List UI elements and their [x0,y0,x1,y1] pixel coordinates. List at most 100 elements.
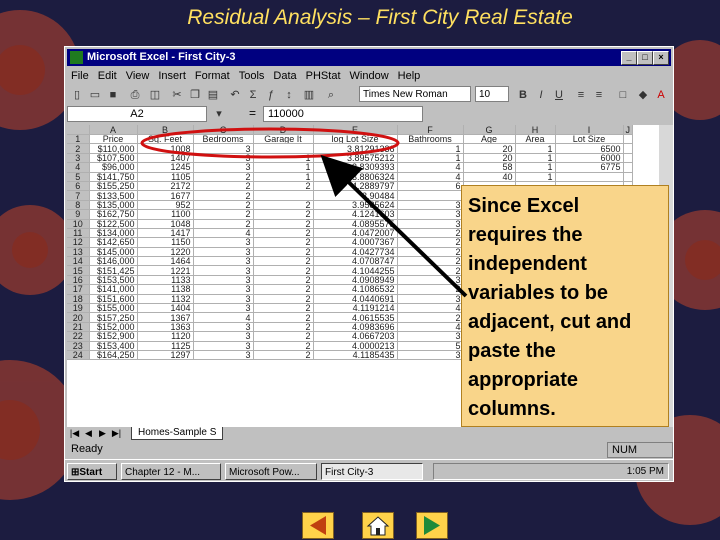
font-name-select[interactable]: Times New Roman [359,86,471,102]
table-cell[interactable]: 1 [515,172,556,182]
row-number[interactable]: 10 [67,219,90,229]
taskbar-button-powerpoint[interactable]: Microsoft Pow... [225,463,317,480]
table-cell[interactable]: $142,650 [89,237,138,248]
table-cell[interactable]: 1 [515,143,556,154]
table-cell[interactable]: 4.0908949 [313,275,398,286]
row-number[interactable]: 4 [67,162,90,173]
table-cell[interactable]: 2 [253,294,314,305]
table-cell[interactable]: $135,000 [89,200,138,211]
table-cell[interactable]: 1 [253,172,314,182]
table-cell[interactable]: $110,000 [89,143,138,154]
table-cell[interactable]: 1100 [137,209,194,220]
menu-phstat[interactable]: PHStat [306,70,341,82]
table-cell[interactable]: 3 [397,275,464,286]
table-cell[interactable]: 1245 [137,162,194,173]
table-cell[interactable]: 3.81291336 [313,143,398,154]
table-cell[interactable]: 2172 [137,181,194,192]
table-cell[interactable]: 4.1044255 [313,265,398,276]
next-slide-icon[interactable] [416,512,448,539]
row-number[interactable]: 23 [67,341,90,352]
column-letter[interactable]: D [253,125,314,135]
table-cell[interactable]: $153,400 [89,341,138,352]
table-cell[interactable]: 3 [193,322,254,333]
column-header[interactable]: log Lot Size [313,134,398,145]
table-cell[interactable]: 2 [193,219,254,229]
table-cell[interactable]: $133,500 [89,190,138,201]
table-cell[interactable]: 4.0007367 [313,237,398,248]
table-cell[interactable]: $141,000 [89,284,138,295]
table-cell[interactable]: 1297 [137,350,194,361]
table-cell[interactable]: $151,425 [89,265,138,276]
save-icon[interactable]: ■ [105,87,121,103]
table-cell[interactable]: $157,250 [89,312,138,323]
menu-format[interactable]: Format [195,70,230,82]
table-cell[interactable]: 3.8806324 [313,172,398,182]
select-all-corner[interactable] [67,125,90,135]
table-cell[interactable]: 3 [397,200,464,211]
table-cell[interactable]: $151,600 [89,294,138,305]
row-number[interactable]: 1 [67,134,90,145]
column-letter[interactable]: F [397,125,464,135]
table-cell[interactable]: 2 [253,284,314,295]
table-cell[interactable]: 3 [193,247,254,258]
row-number[interactable]: 12 [67,237,90,248]
table-cell[interactable]: 2 [253,247,314,258]
row-number[interactable]: 11 [67,228,90,239]
table-cell[interactable]: 1150 [137,237,194,248]
table-cell[interactable]: 1407 [137,153,194,164]
table-cell[interactable]: 2 [193,200,254,211]
table-cell[interactable]: 3 [397,209,464,220]
table-cell[interactable]: 2 [253,200,314,211]
row-number[interactable]: 2 [67,143,90,154]
table-cell[interactable]: 6 [397,181,464,192]
table-cell[interactable]: 2 [253,219,314,229]
close-icon[interactable]: × [653,51,669,65]
table-cell[interactable]: 3.89575212 [313,153,398,164]
row-number[interactable]: 5 [67,172,90,182]
row-number[interactable]: 16 [67,275,90,286]
table-cell[interactable]: 1120 [137,331,194,342]
paste-icon[interactable]: ▤ [205,87,221,103]
table-cell[interactable]: $145,000 [89,247,138,258]
table-cell[interactable]: $155,250 [89,181,138,192]
table-cell[interactable]: 4.0708747 [313,256,398,267]
row-number[interactable]: 22 [67,331,90,342]
table-cell[interactable]: 2 [253,322,314,333]
table-cell[interactable]: 4.0615535 [313,312,398,323]
column-letter[interactable]: J [623,125,633,135]
table-cell[interactable]: 3.8309393 [313,162,398,173]
row-number[interactable]: 7 [67,190,90,201]
prev-slide-icon[interactable] [302,512,334,539]
table-cell[interactable]: 3 [397,219,464,229]
taskbar-button-excel[interactable]: First City-3 [321,463,423,480]
menu-data[interactable]: Data [273,70,296,82]
table-cell[interactable]: 2 [193,209,254,220]
column-letter[interactable]: E [313,125,398,135]
row-number[interactable]: 20 [67,312,90,323]
row-number[interactable]: 9 [67,209,90,220]
table-cell[interactable]: $155,000 [89,303,138,314]
table-cell[interactable]: 3 [193,284,254,295]
taskbar-button-chapter[interactable]: Chapter 12 - M... [121,463,221,480]
copy-icon[interactable]: ❐ [187,87,203,103]
table-cell[interactable]: $96,000 [89,162,138,173]
column-letter[interactable]: B [137,125,194,135]
table-cell[interactable]: 1008 [137,143,194,154]
table-cell[interactable]: 1 [515,153,556,164]
table-cell[interactable] [253,190,314,201]
table-cell[interactable]: $134,000 [89,228,138,239]
bold-icon[interactable]: B [515,87,531,103]
table-cell[interactable]: 1 [397,143,464,154]
table-cell[interactable]: 2 [253,331,314,342]
table-cell[interactable]: 1 [253,153,314,164]
table-cell[interactable]: 2 [397,265,464,276]
table-cell[interactable]: 4.0667203 [313,331,398,342]
table-cell[interactable]: 952 [137,200,194,211]
empty-cell[interactable] [623,153,633,164]
empty-cell[interactable] [623,143,633,154]
table-cell[interactable]: 3.90484 [313,190,398,201]
table-cell[interactable]: 4.1185435 [313,350,398,361]
prev-sheet-icon[interactable]: ◀ [83,428,94,439]
table-cell[interactable]: 1404 [137,303,194,314]
table-cell[interactable]: 58 [463,162,516,173]
